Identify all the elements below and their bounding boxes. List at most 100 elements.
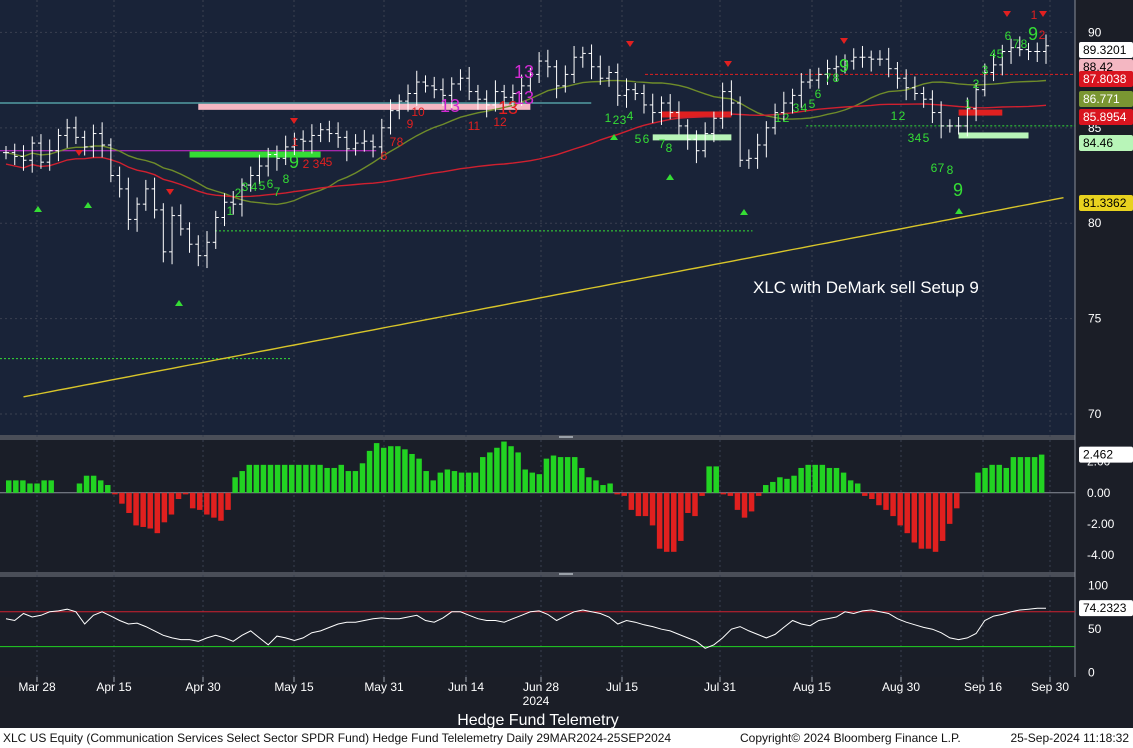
- setup-nine: 9: [289, 152, 299, 172]
- oscillator-bar: [784, 478, 790, 493]
- oscillator-bar: [112, 492, 118, 495]
- oscillator-bar: [296, 464, 302, 493]
- osc-tick-label: -4.00: [1087, 548, 1115, 562]
- oscillator-bar: [465, 472, 472, 493]
- oscillator-bar: [197, 492, 203, 510]
- buy-count: 4: [801, 101, 808, 115]
- oscillator-bar: [34, 483, 40, 493]
- buy-count: 4: [627, 109, 634, 123]
- buy-count: 7: [1013, 37, 1020, 51]
- oscillator-bar: [366, 450, 373, 493]
- oscillator-bar: [182, 492, 189, 495]
- buy-count: 3: [982, 63, 989, 77]
- oscillator-bar: [232, 477, 238, 493]
- buy-count: 5: [923, 131, 930, 145]
- x-tick-label: Jun 14: [448, 680, 484, 694]
- price-tag-label: 89.3201: [1083, 43, 1127, 57]
- sell-count: 5: [326, 155, 333, 169]
- oscillator-bar: [1038, 454, 1045, 493]
- oscillator-bar: [154, 492, 161, 534]
- oscillator-bar: [904, 492, 910, 534]
- rsi-panel-bg: [0, 577, 1075, 677]
- oscillator-bar: [444, 469, 451, 493]
- oscillator-bar: [189, 492, 196, 509]
- buy-count: 1: [891, 109, 898, 123]
- oscillator-bar: [437, 472, 444, 493]
- oscillator-bar: [508, 446, 514, 493]
- oscillator-bar: [671, 492, 677, 552]
- oscillator-bar: [161, 492, 168, 523]
- sell-count: 1: [1031, 8, 1038, 22]
- oscillator-bar: [48, 480, 54, 493]
- oscillator-bar: [982, 467, 988, 493]
- oscillator-bar: [345, 471, 352, 493]
- x-tick-label: May 15: [274, 680, 314, 694]
- oscillator-bar: [246, 464, 253, 493]
- setup-nine: 9: [839, 56, 849, 76]
- oscillator-bar: [586, 477, 592, 493]
- oscillator-bar: [1031, 457, 1038, 493]
- splitter-handle-2[interactable]: [559, 573, 573, 575]
- oscillator-bar: [996, 464, 1002, 493]
- sell-count: 8: [397, 135, 404, 149]
- oscillator-bar: [748, 492, 755, 512]
- sell-count: 3: [313, 157, 320, 171]
- osc-tick-label: -2.00: [1087, 517, 1115, 531]
- buy-count: 8: [1021, 37, 1028, 51]
- oscillator-bar: [550, 455, 557, 493]
- sell-count: 1: [292, 135, 299, 149]
- buy-count: 6: [643, 132, 650, 146]
- buy-count: 7: [825, 71, 832, 85]
- oscillator-bar: [543, 458, 550, 493]
- price-tick-label: 90: [1088, 25, 1102, 39]
- oscillator-bar: [713, 466, 719, 493]
- oscillator-bar: [458, 472, 465, 493]
- buy-count: 4: [915, 131, 922, 145]
- oscillator-bar: [621, 492, 627, 496]
- oscillator-bar: [331, 467, 337, 493]
- price-tag-label: 86.771: [1083, 92, 1120, 106]
- oscillator-bar: [678, 492, 684, 541]
- oscillator-bar: [175, 492, 182, 500]
- oscillator-bar: [20, 480, 26, 493]
- year-label: 2024: [523, 694, 550, 708]
- countdown-thirteen: 13: [514, 62, 534, 82]
- panel-separator-2: [0, 572, 1075, 577]
- oscillator-bar: [876, 492, 882, 506]
- oscillator-bar: [303, 464, 309, 493]
- splitter-handle-1[interactable]: [559, 436, 573, 438]
- oscillator-bar: [119, 492, 125, 504]
- oscillator-bar: [211, 492, 217, 518]
- rsi-tick-label: 100: [1088, 579, 1108, 593]
- oscillator-bar: [267, 464, 274, 493]
- x-tick-label: Mar 28: [18, 680, 56, 694]
- oscillator-bar: [763, 485, 769, 493]
- oscillator-bar: [310, 464, 316, 493]
- oscillator-bar: [239, 471, 245, 493]
- oscillator-bar: [706, 466, 712, 493]
- oscillator-bar: [402, 449, 408, 493]
- osc-tick-label: 0.00: [1087, 486, 1111, 500]
- oscillator-bar: [501, 441, 507, 493]
- oscillator-bar: [480, 457, 486, 493]
- oscillator-bar: [635, 492, 642, 517]
- oscillator-bar: [755, 492, 762, 496]
- oscillator-bar: [1024, 457, 1031, 493]
- oscillator-bar: [324, 467, 330, 493]
- sell-count: 7: [390, 135, 397, 149]
- footer-timestamp: 25-Sep-2024 11:18:32: [1010, 731, 1129, 745]
- x-tick-label: Sep 16: [964, 680, 1002, 694]
- oscillator-bar: [380, 447, 387, 493]
- oscillator-bar: [628, 492, 635, 510]
- oscillator-bar: [656, 492, 663, 549]
- price-panel-bg: [0, 0, 1075, 435]
- oscillator-bar: [699, 492, 705, 496]
- lightgreen-level-bar: [958, 132, 1029, 139]
- buy-count: 3: [620, 113, 627, 127]
- oscillator-bar: [564, 457, 571, 493]
- oscillator-bar: [225, 492, 231, 510]
- oscillator-bar: [571, 457, 578, 493]
- sell-count: 10: [411, 105, 425, 119]
- sell-count: 2: [1039, 28, 1046, 42]
- buy-count: 4: [251, 180, 258, 194]
